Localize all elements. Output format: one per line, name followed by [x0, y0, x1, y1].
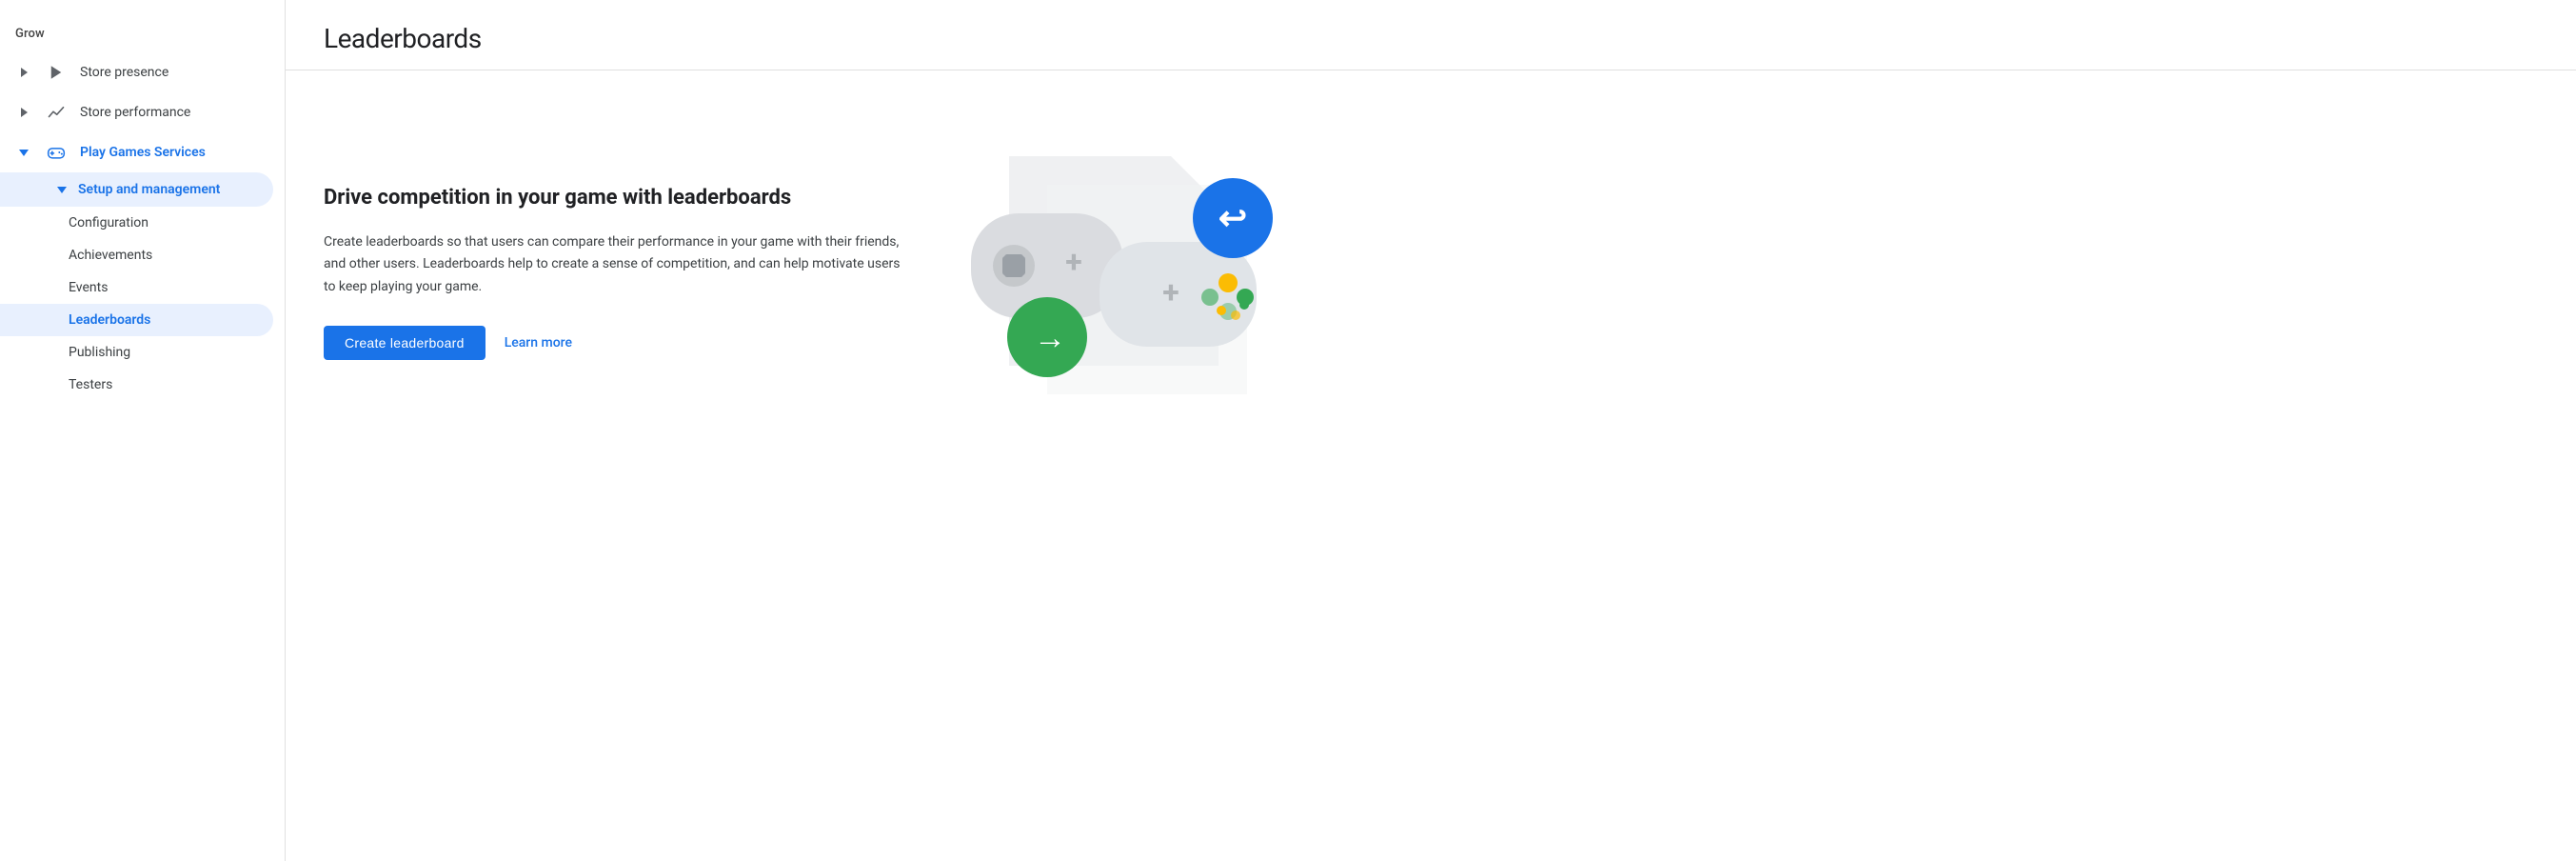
- setup-management-sub-items: Configuration Achievements Events Leader…: [0, 207, 285, 401]
- play-games-services-sub-items: Setup and management Configuration Achie…: [0, 172, 285, 401]
- sidebar: Grow Store presence Store performance: [0, 0, 286, 861]
- publishing-label: Publishing: [69, 345, 130, 360]
- store-performance-expand-arrow: [15, 104, 32, 121]
- events-label: Events: [69, 280, 108, 295]
- sidebar-item-events[interactable]: Events: [0, 271, 273, 304]
- illustration: + + ↩ →: [952, 128, 1276, 432]
- leaderboards-illustration: + + ↩ →: [952, 128, 1276, 432]
- svg-text:+: +: [1162, 274, 1179, 310]
- store-performance-label: Store performance: [80, 105, 190, 120]
- play-games-services-label: Play Games Services: [80, 145, 206, 160]
- sidebar-item-store-performance[interactable]: Store performance: [0, 92, 273, 132]
- play-games-services-expand-arrow: [15, 144, 32, 161]
- create-leaderboard-button[interactable]: Create leaderboard: [324, 326, 485, 360]
- leaderboards-label: Leaderboards: [69, 312, 150, 328]
- store-presence-label: Store presence: [80, 65, 168, 80]
- sidebar-item-leaderboards[interactable]: Leaderboards: [0, 304, 273, 336]
- sidebar-item-achievements[interactable]: Achievements: [0, 239, 273, 271]
- content-text: Drive competition in your game with lead…: [324, 109, 914, 360]
- setup-management-label: Setup and management: [78, 182, 220, 197]
- main-content: Leaderboards Drive competition in your g…: [286, 0, 2576, 861]
- svg-text:→: →: [1034, 319, 1066, 357]
- page-body: Drive competition in your game with lead…: [286, 70, 2576, 471]
- sidebar-item-setup-management[interactable]: Setup and management: [0, 172, 273, 207]
- sidebar-section-label: Grow: [0, 19, 285, 52]
- sidebar-item-configuration[interactable]: Configuration: [0, 207, 273, 239]
- learn-more-link[interactable]: Learn more: [505, 335, 572, 350]
- page-title: Leaderboards: [324, 23, 2538, 54]
- store-presence-expand-arrow: [15, 64, 32, 81]
- trend-icon: [46, 102, 67, 123]
- button-row: Create leaderboard Learn more: [324, 326, 914, 360]
- svg-text:↩: ↩: [1219, 198, 1247, 238]
- sidebar-item-testers[interactable]: Testers: [0, 369, 273, 401]
- achievements-label: Achievements: [69, 248, 152, 263]
- sidebar-item-publishing[interactable]: Publishing: [0, 336, 273, 369]
- gamepad-icon: [46, 142, 67, 163]
- setup-management-expand-arrow: [53, 181, 70, 198]
- testers-label: Testers: [69, 377, 112, 392]
- content-description: Create leaderboards so that users can co…: [324, 231, 914, 299]
- svg-text:+: +: [1065, 244, 1081, 280]
- configuration-label: Configuration: [69, 215, 149, 230]
- page-header: Leaderboards: [286, 0, 2576, 70]
- play-triangle-icon: [46, 62, 67, 83]
- content-heading: Drive competition in your game with lead…: [324, 185, 914, 212]
- sidebar-item-play-games-services[interactable]: Play Games Services: [0, 132, 273, 172]
- sidebar-item-store-presence[interactable]: Store presence: [0, 52, 273, 92]
